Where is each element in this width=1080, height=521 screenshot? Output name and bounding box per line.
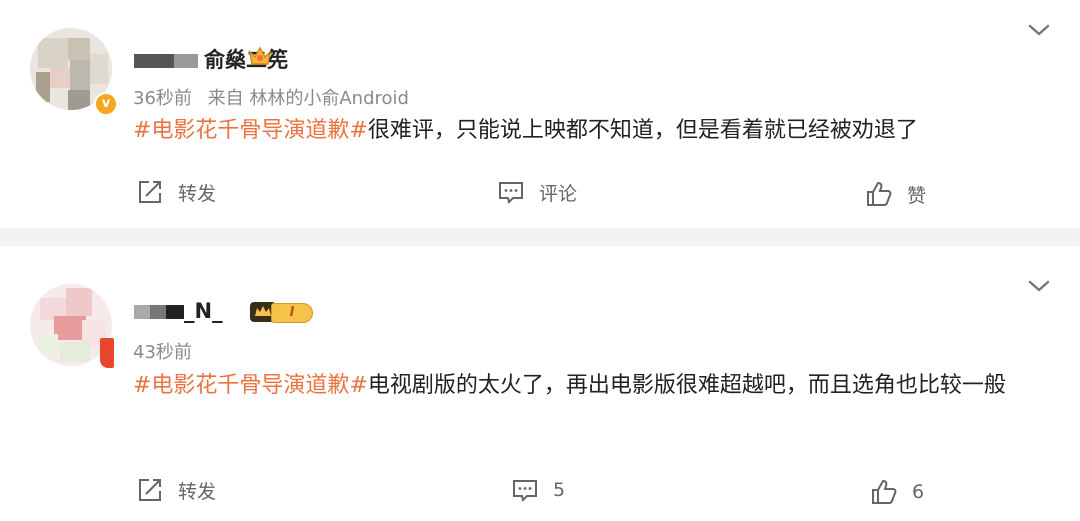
repost-button[interactable]: 转发 [136, 476, 216, 504]
weibo-comment-2: _N_ I 43秒前 #电影花千骨导演道歉#电视剧版的太火了，再出电影版很难超越… [0, 246, 1080, 521]
comment-label: 评论 [539, 182, 578, 205]
like-icon [867, 181, 892, 206]
chevron-down-icon[interactable] [1028, 22, 1050, 38]
topic-link[interactable]: #电影花千骨导演道歉# [133, 373, 368, 398]
verified-icon: v [94, 92, 118, 116]
like-button[interactable]: 赞 [865, 180, 926, 208]
separator [0, 228, 1080, 246]
username-mask [174, 54, 198, 68]
repost-icon [139, 181, 161, 203]
post-content: #电影花千骨导演道歉#电视剧版的太火了，再出电影版很难超越吧，而且选角也比较一般 [133, 364, 1053, 408]
post-text: 很难评，只能说上映都不知道，但是看着就已经被劝退了 [367, 118, 918, 143]
post-text: 电视剧版的太火了，再出电影版很难超越吧，而且选角也比较一般 [367, 373, 1006, 398]
crown-badge-icon [248, 46, 272, 65]
post-meta: 43秒前 [133, 338, 192, 364]
username[interactable]: _N_ [134, 299, 223, 323]
username-mask [150, 305, 166, 319]
repost-icon [139, 479, 161, 501]
like-button[interactable]: 6 [870, 478, 924, 506]
like-icon [872, 479, 897, 504]
comment-count: 5 [553, 479, 566, 501]
topic-link[interactable]: #电影花千骨导演道歉# [133, 118, 368, 143]
post-time: 43秒前 [133, 342, 192, 363]
repost-label: 转发 [178, 480, 217, 503]
like-count: 6 [912, 481, 925, 503]
post-time: 36秒前 [133, 88, 192, 109]
level-badge-icon: I [271, 303, 313, 323]
post-meta: 36秒前 来自 林林的小俞Android [133, 84, 409, 110]
repost-label: 转发 [178, 182, 217, 205]
post-content: #电影花千骨导演道歉#很难评，只能说上映都不知道，但是看着就已经被劝退了 [133, 109, 1053, 153]
level-badge-text: I [289, 305, 295, 320]
username-mask [166, 305, 184, 319]
comment-button[interactable]: 5 [511, 476, 565, 504]
comment-icon [513, 480, 537, 502]
repost-button[interactable]: 转发 [136, 178, 216, 206]
username-mask [134, 54, 174, 68]
username-text: 俞燊二筅 [204, 48, 288, 72]
post-source: 来自 林林的小俞Android [207, 88, 409, 109]
weibo-comment-1: v 俞燊二筅 36秒前 来自 林林的小俞Android #电影花千骨导演道歉#很… [0, 0, 1080, 228]
chevron-down-icon[interactable] [1028, 278, 1050, 294]
comment-button[interactable]: 评论 [497, 178, 577, 206]
avatar-badge [100, 338, 114, 368]
comment-icon [499, 182, 523, 204]
level-badge: I [249, 300, 313, 324]
like-label: 赞 [907, 184, 927, 207]
username-mask [134, 305, 150, 319]
username-text: _N_ [184, 299, 223, 323]
